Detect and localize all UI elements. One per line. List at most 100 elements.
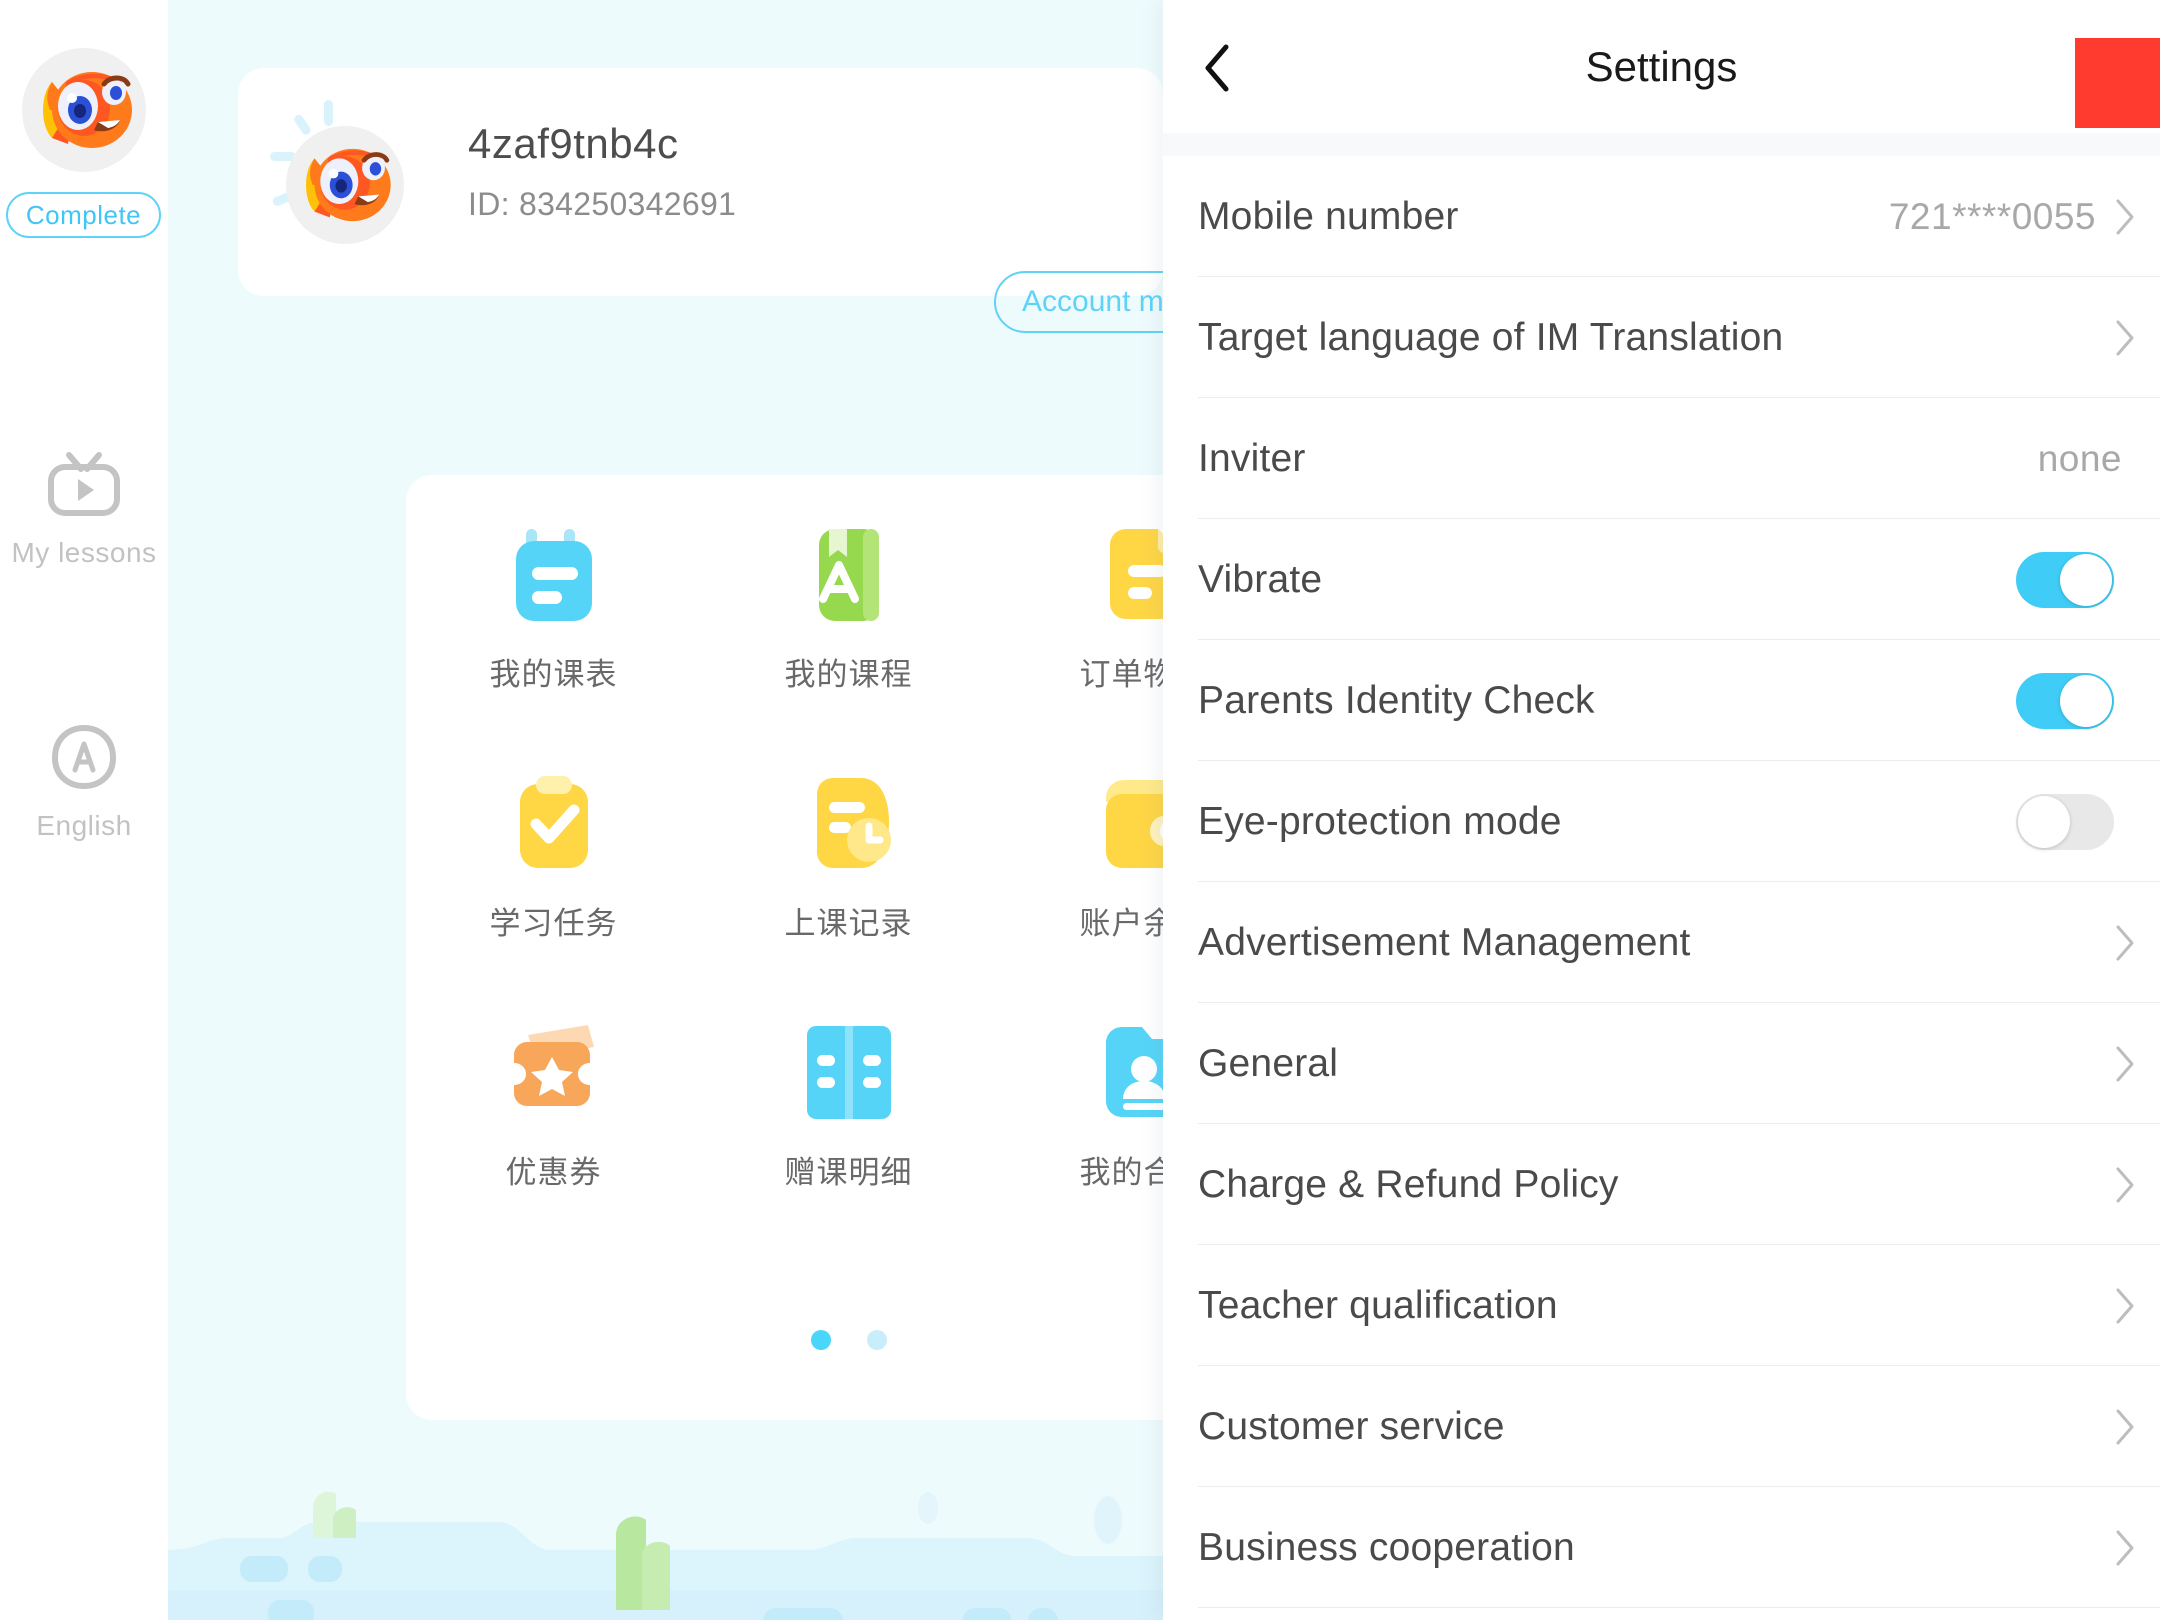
pagination-dot-active[interactable] <box>810 1330 831 1350</box>
parents-identity-check-toggle[interactable] <box>2016 672 2114 729</box>
grid-tile-my-schedule[interactable]: 我的课表 <box>406 523 701 694</box>
grid-tile-label: 上课记录 <box>784 906 913 941</box>
settings-row-label: Eye-protection mode <box>1198 799 1562 843</box>
feature-grid: 我的课表 我的课程 订单物 学习任务 上课记录 账户余 优惠券 赠课明细 我的合 <box>406 523 1163 1192</box>
settings-row-right: 721****0055 <box>1889 196 2160 238</box>
settings-row-right <box>2114 1045 2160 1083</box>
settings-panel: Settings Mobile number 721****0055 Targe… <box>1163 0 2160 1620</box>
letter-a-icon <box>51 724 117 790</box>
wallet-icon <box>1105 780 1163 868</box>
toggle-knob <box>2018 795 2070 848</box>
app-root: Complete My lessons English 4zaf9tnb4c I… <box>0 0 2160 1620</box>
settings-row-target-language[interactable]: Target language of IM Translation <box>1163 277 2160 398</box>
grid-tile-my-contract[interactable]: 我的合同 <box>996 1021 1163 1192</box>
page-title: Settings <box>1585 42 1738 90</box>
grid-tile-order-logistics[interactable]: 订单物流 <box>996 523 1163 694</box>
chevron-right-icon <box>2116 925 2134 960</box>
settings-row-right <box>2114 1408 2160 1446</box>
profile-avatar <box>262 98 422 258</box>
toggle-knob <box>2060 674 2112 727</box>
settings-row-value: none <box>2037 437 2122 479</box>
settings-header: Settings <box>1163 0 2160 133</box>
settings-row-label: Teacher qualification <box>1198 1283 1558 1327</box>
settings-row-label: Vibrate <box>1198 557 1323 601</box>
grid-tile-label: 赠课明细 <box>784 1155 913 1190</box>
settings-row-label: Charge & Refund Policy <box>1198 1162 1619 1206</box>
grid-tile-study-tasks[interactable]: 学习任务 <box>406 772 701 943</box>
profile-card: 4zaf9tnb4c ID: 834250342691 Account mana… <box>238 68 1163 333</box>
account-management-button[interactable]: Account manag <box>994 271 1163 333</box>
profile-name: 4zaf9tnb4c <box>468 120 679 167</box>
settings-row-label: Inviter <box>1198 436 1306 480</box>
pagination-dot-inactive[interactable] <box>866 1330 887 1350</box>
vibrate-toggle[interactable] <box>2016 551 2114 608</box>
settings-row-right: none <box>2038 438 2160 480</box>
settings-row-label: Advertisement Management <box>1198 920 1691 964</box>
account-management-label: Account manag <box>1022 285 1163 318</box>
settings-list: Mobile number 721****0055 Target languag… <box>1163 156 2160 1608</box>
settings-row-label: General <box>1198 1041 1339 1085</box>
settings-row-label: Mobile number <box>1198 194 1459 238</box>
settings-row-advertisement-management[interactable]: Advertisement Management <box>1163 882 2160 1003</box>
settings-row-vibrate[interactable]: Vibrate <box>1163 519 2160 640</box>
grid-tile-account-balance[interactable]: 账户余额 <box>996 772 1163 943</box>
status-badge[interactable]: Complete <box>6 192 161 238</box>
grid-tile-gift-lessons[interactable]: 赠课明细 <box>701 1021 996 1192</box>
green-book-icon <box>818 529 879 621</box>
row-separator <box>1198 1607 2160 1608</box>
settings-row-inviter[interactable]: Inviter none <box>1163 398 2160 519</box>
grid-tile-coupons[interactable]: 优惠券 <box>406 1021 701 1192</box>
settings-row-teacher-qualification[interactable]: Teacher qualification <box>1163 1245 2160 1366</box>
notification-block[interactable] <box>2075 38 2160 128</box>
settings-row-business-cooperation[interactable]: Business cooperation <box>1163 1487 2160 1608</box>
tv-play-icon <box>48 452 120 516</box>
header-divider <box>1163 133 2160 156</box>
settings-row-right <box>2016 551 2160 608</box>
settings-row-right <box>2114 1287 2160 1325</box>
chevron-right-icon <box>2116 1167 2134 1202</box>
sidebar-avatar[interactable] <box>22 48 146 172</box>
settings-row-eye-protection-mode[interactable]: Eye-protection mode <box>1163 761 2160 882</box>
settings-row-parents-identity-check[interactable]: Parents Identity Check <box>1163 640 2160 761</box>
grid-tile-label: 优惠券 <box>505 1155 602 1190</box>
settings-row-label: Parents Identity Check <box>1198 678 1595 722</box>
settings-row-right <box>2114 924 2160 962</box>
settings-row-charge-refund-policy[interactable]: Charge & Refund Policy <box>1163 1124 2160 1245</box>
grid-tile-label: 我的课程 <box>784 657 913 692</box>
chevron-right-icon <box>2116 1046 2134 1081</box>
feature-grid-card: 我的课表 我的课程 订单物 学习任务 上课记录 账户余 优惠券 赠课明细 我的合 <box>406 475 1163 1420</box>
settings-row-right <box>2016 793 2160 850</box>
sidebar-item-english[interactable]: English <box>0 718 168 842</box>
sidebar-item-label: My lessons <box>11 537 157 568</box>
chevron-right-icon <box>2116 199 2134 234</box>
sidebar-item-label: English <box>36 810 132 841</box>
eye-protection-mode-toggle[interactable] <box>2016 793 2114 850</box>
settings-row-value: 721****0055 <box>1888 195 2096 237</box>
sidebar-item-my-lessons[interactable]: My lessons <box>0 445 168 569</box>
chevron-right-icon <box>2116 1530 2134 1565</box>
grid-tile-label: 我的课表 <box>489 657 618 692</box>
settings-row-customer-service[interactable]: Customer service <box>1163 1366 2160 1487</box>
calendar-schedule-icon <box>515 529 592 621</box>
main-content: 4zaf9tnb4c ID: 834250342691 Account mana… <box>168 0 1163 1620</box>
contract-person-icon <box>1105 1027 1163 1117</box>
grid-tile-label: 我的合同 <box>1079 1155 1164 1190</box>
settings-row-right <box>2114 1166 2160 1204</box>
settings-row-general[interactable]: General <box>1163 1003 2160 1124</box>
grid-tile-class-records[interactable]: 上课记录 <box>701 772 996 943</box>
chevron-right-icon <box>2116 320 2134 355</box>
settings-row-label: Business cooperation <box>1198 1525 1575 1569</box>
settings-row-mobile-number[interactable]: Mobile number 721****0055 <box>1163 156 2160 277</box>
grid-tile-label: 学习任务 <box>489 906 618 941</box>
profile-id: ID: 834250342691 <box>468 186 737 222</box>
chevron-right-icon <box>2116 1409 2134 1444</box>
coupon-star-icon <box>513 1025 594 1106</box>
grid-tile-my-courses[interactable]: 我的课程 <box>701 523 996 694</box>
settings-row-right <box>2016 672 2160 729</box>
grid-pagination[interactable] <box>406 1330 1163 1350</box>
record-clock-icon <box>816 778 891 868</box>
grid-tile-label: 账户余额 <box>1079 906 1164 941</box>
fish-avatar-icon <box>286 126 404 244</box>
open-book-icon <box>806 1026 891 1119</box>
fish-avatar-icon <box>22 48 146 172</box>
